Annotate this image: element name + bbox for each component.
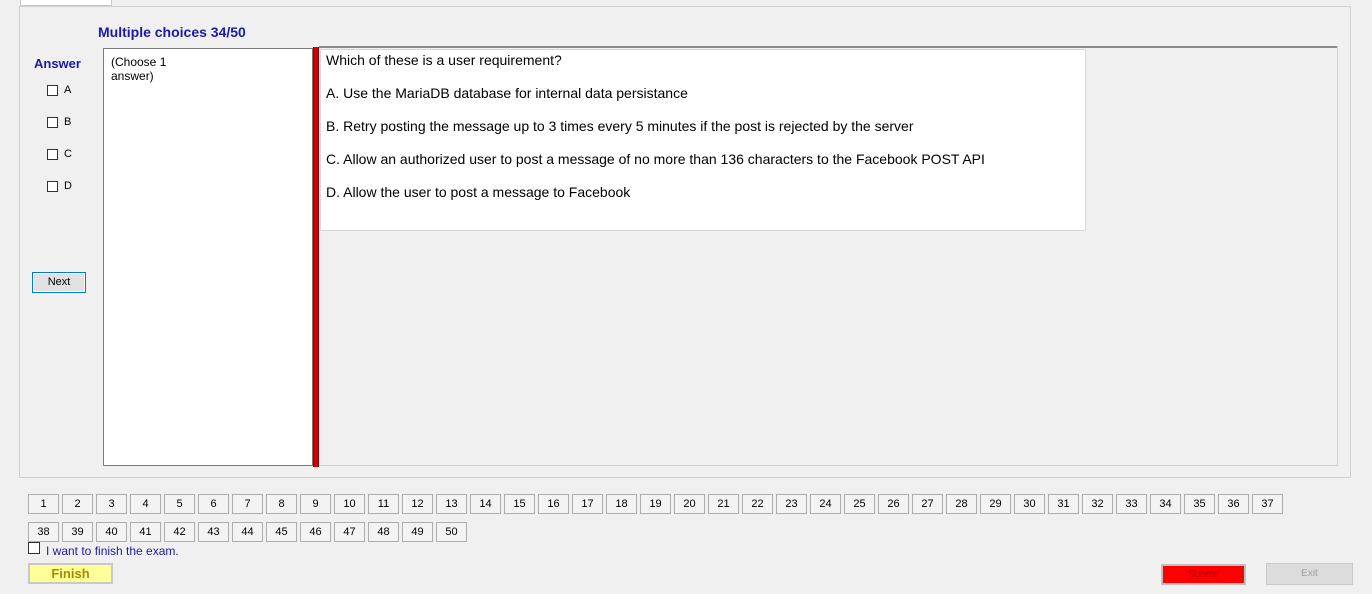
question-nav-button[interactable]: 28 <box>946 494 977 514</box>
question-nav-button[interactable]: 34 <box>1150 494 1181 514</box>
question-nav-button[interactable]: 3 <box>96 494 127 514</box>
divider <box>319 46 1338 48</box>
question-nav-button[interactable]: 19 <box>640 494 671 514</box>
question-nav-button[interactable]: 42 <box>164 522 195 542</box>
splitter-bar[interactable] <box>313 47 319 467</box>
option-d-checkbox[interactable]: D <box>47 180 72 192</box>
submit-button[interactable]: Submit <box>1161 564 1246 585</box>
question-nav-button[interactable]: 48 <box>368 522 399 542</box>
question-nav-button[interactable]: 16 <box>538 494 569 514</box>
question-nav-button[interactable]: 11 <box>368 494 399 514</box>
question-nav-button[interactable]: 8 <box>266 494 297 514</box>
question-nav-button[interactable]: 50 <box>436 522 467 542</box>
question-nav-button[interactable]: 45 <box>266 522 297 542</box>
question-nav-button[interactable]: 43 <box>198 522 229 542</box>
finish-button[interactable]: Finish <box>28 563 113 584</box>
question-nav-button[interactable]: 36 <box>1218 494 1249 514</box>
option-b-label: B <box>64 116 72 128</box>
finish-exam-label: I want to finish the exam. <box>46 544 179 558</box>
question-nav-button[interactable]: 9 <box>300 494 331 514</box>
answer-label: Answer <box>34 56 81 71</box>
question-nav-button[interactable]: 24 <box>810 494 841 514</box>
finish-exam-checkbox[interactable]: I want to finish the exam. <box>28 542 179 558</box>
question-nav-button[interactable]: 46 <box>300 522 331 542</box>
option-a-checkbox[interactable]: A <box>47 84 71 96</box>
divider <box>319 465 1338 466</box>
question-nav-button[interactable]: 33 <box>1116 494 1147 514</box>
question-text: Which of these is a user requirement? <box>326 52 562 68</box>
checkbox-icon[interactable] <box>47 148 58 160</box>
question-nav-button[interactable]: 35 <box>1184 494 1215 514</box>
question-nav-button[interactable]: 30 <box>1014 494 1045 514</box>
question-nav-button[interactable]: 15 <box>504 494 535 514</box>
question-nav-button[interactable]: 47 <box>334 522 365 542</box>
instructions-box: (Choose 1 answer) <box>103 48 313 466</box>
question-nav-button[interactable]: 10 <box>334 494 365 514</box>
question-nav-button[interactable]: 17 <box>572 494 603 514</box>
instructions-text: (Choose 1 answer) <box>111 55 167 83</box>
next-button[interactable]: Next <box>32 272 86 293</box>
question-nav-button[interactable]: 4 <box>130 494 161 514</box>
question-nav-button[interactable]: 6 <box>198 494 229 514</box>
question-nav-button[interactable]: 21 <box>708 494 739 514</box>
exit-button[interactable]: Exit <box>1266 563 1353 585</box>
question-nav-button[interactable]: 44 <box>232 522 263 542</box>
page-title: Multiple choices 34/50 <box>98 24 246 40</box>
question-nav-button[interactable]: 27 <box>912 494 943 514</box>
answer-text-c: C. Allow an authorized user to post a me… <box>326 151 985 167</box>
question-nav-button[interactable]: 14 <box>470 494 501 514</box>
question-nav-button[interactable]: 39 <box>62 522 93 542</box>
option-c-checkbox[interactable]: C <box>47 148 72 160</box>
question-nav-button[interactable]: 41 <box>130 522 161 542</box>
checkbox-icon[interactable] <box>28 542 40 554</box>
question-navigator-row-1: 1 2 3 4 5 6 7 8 9 10 11 12 13 14 15 16 17 18 19 20 21 22 23 24 2… <box>28 494 1286 514</box>
question-nav-button[interactable]: 38 <box>28 522 59 542</box>
option-a-label: A <box>64 84 72 96</box>
answer-text-b: B. Retry posting the message up to 3 tim… <box>326 118 914 134</box>
question-nav-button[interactable]: 22 <box>742 494 773 514</box>
question-nav-button[interactable]: 25 <box>844 494 875 514</box>
checkbox-icon[interactable] <box>47 116 58 128</box>
divider <box>1337 46 1338 466</box>
question-nav-button[interactable]: 7 <box>232 494 263 514</box>
answer-text-a: A. Use the MariaDB database for internal… <box>326 85 688 101</box>
question-nav-button[interactable]: 1 <box>28 494 59 514</box>
option-b-checkbox[interactable]: B <box>47 116 71 128</box>
question-nav-button[interactable]: 13 <box>436 494 467 514</box>
question-nav-button[interactable]: 26 <box>878 494 909 514</box>
option-d-label: D <box>64 180 72 192</box>
question-nav-button[interactable]: 49 <box>402 522 433 542</box>
question-nav-button[interactable]: 32 <box>1082 494 1113 514</box>
question-nav-button[interactable]: 23 <box>776 494 807 514</box>
question-nav-button[interactable]: 5 <box>164 494 195 514</box>
question-navigator-row-2: 38 39 40 41 42 43 44 45 46 47 48 49 50 <box>28 522 470 542</box>
answer-text-d: D. Allow the user to post a message to F… <box>326 184 631 200</box>
question-box: Which of these is a user requirement? A.… <box>320 49 1086 231</box>
question-nav-button[interactable]: 40 <box>96 522 127 542</box>
checkbox-icon[interactable] <box>47 180 58 192</box>
question-nav-button[interactable]: 2 <box>62 494 93 514</box>
question-nav-button[interactable]: 31 <box>1048 494 1079 514</box>
checkbox-icon[interactable] <box>47 84 58 96</box>
question-nav-button[interactable]: 20 <box>674 494 705 514</box>
question-nav-button[interactable]: 12 <box>402 494 433 514</box>
option-c-label: C <box>64 148 72 160</box>
question-nav-button[interactable]: 37 <box>1252 494 1283 514</box>
question-nav-button[interactable]: 18 <box>606 494 637 514</box>
question-nav-button[interactable]: 29 <box>980 494 1011 514</box>
